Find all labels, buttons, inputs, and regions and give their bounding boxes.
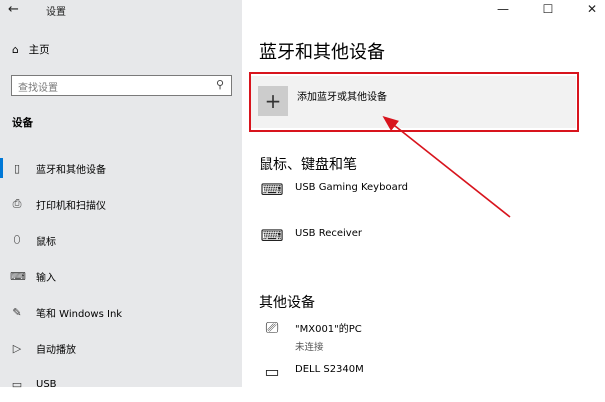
autoplay-icon: ▷ <box>12 341 22 355</box>
device-name: USB Receiver <box>295 228 362 239</box>
keyboard-icon: ⌨ <box>10 269 26 283</box>
sidebar-item-mouse[interactable]: ⬯ 鼠标 <box>0 222 242 258</box>
device-name: "MX001"的PC <box>295 324 362 335</box>
bluetooth-devices-icon: ▯ <box>13 161 21 175</box>
sidebar: ← 设置 ⌂ 主页 ⚲ 设备 ▯ 蓝牙和其他设备 ⎙ 打印机和扫描仪 ⬯ 鼠标 … <box>0 0 242 391</box>
home-label: 主页 <box>28 44 50 56</box>
sidebar-nav: ▯ 蓝牙和其他设备 ⎙ 打印机和扫描仪 ⬯ 鼠标 ⌨ 输入 ✎ 笔和 Windo… <box>0 150 242 402</box>
sidebar-item-label: 打印机和扫描仪 <box>36 200 106 212</box>
sidebar-item-label: USB <box>36 378 57 390</box>
back-arrow-icon[interactable]: ← <box>8 2 19 17</box>
app-title: 设置 <box>46 7 66 18</box>
sidebar-item-usb[interactable]: ▭ USB <box>0 366 242 402</box>
sidebar-item-label: 输入 <box>36 272 56 284</box>
keyboard-icon: ⌨ <box>260 180 284 199</box>
sidebar-item-home[interactable]: ⌂ 主页 <box>12 42 50 57</box>
minimize-icon[interactable]: — <box>493 2 513 16</box>
mouse-icon: ⬯ <box>13 233 21 246</box>
close-icon[interactable]: ✕ <box>582 2 602 16</box>
sidebar-item-typing[interactable]: ⌨ 输入 <box>0 258 242 294</box>
keyboard-icon: ⌨ <box>260 226 284 245</box>
search-input[interactable] <box>12 79 198 98</box>
highlight-box <box>249 72 579 132</box>
sidebar-item-label: 自动播放 <box>36 344 76 356</box>
sidebar-item-autoplay[interactable]: ▷ 自动播放 <box>0 330 242 366</box>
sidebar-item-pen[interactable]: ✎ 笔和 Windows Ink <box>0 294 242 330</box>
sidebar-item-bluetooth[interactable]: ▯ 蓝牙和其他设备 <box>0 150 242 186</box>
page-title: 蓝牙和其他设备 <box>259 42 385 63</box>
device-item[interactable]: ⎚ "MX001"的PC 未连接 <box>259 318 362 354</box>
device-name: USB Gaming Keyboard <box>295 182 408 193</box>
printer-icon: ⎙ <box>12 197 22 210</box>
device-name: DELL S2340M <box>295 364 364 375</box>
maximize-icon[interactable]: ☐ <box>538 2 558 16</box>
section-title: 设备 <box>12 117 33 129</box>
device-item[interactable]: ⌨ USB Gaming Keyboard <box>259 182 408 198</box>
usb-icon: ▭ <box>11 377 23 391</box>
search-icon[interactable]: ⚲ <box>216 78 224 91</box>
home-icon: ⌂ <box>12 43 19 56</box>
other-devices-heading: 其他设备 <box>259 295 315 311</box>
pc-display-icon: ⎚ <box>265 318 279 337</box>
pen-icon: ✎ <box>12 305 22 319</box>
main-pane: — ☐ ✕ 蓝牙和其他设备 + 添加蓝牙或其他设备 鼠标、键盘和笔 ⌨ USB … <box>242 0 605 387</box>
device-item[interactable]: ▭ DELL S2340M <box>259 362 364 381</box>
sidebar-item-label: 蓝牙和其他设备 <box>36 164 106 176</box>
device-item[interactable]: ⌨ USB Receiver <box>259 228 362 244</box>
device-status: 未连接 <box>295 342 324 353</box>
sidebar-item-printers[interactable]: ⎙ 打印机和扫描仪 <box>0 186 242 222</box>
sidebar-item-label: 鼠标 <box>36 236 56 248</box>
monitor-icon: ▭ <box>264 362 280 381</box>
mouse-keyboard-pen-heading: 鼠标、键盘和笔 <box>259 157 357 173</box>
search-box[interactable]: ⚲ <box>11 75 232 98</box>
sidebar-item-label: 笔和 Windows Ink <box>36 308 123 320</box>
